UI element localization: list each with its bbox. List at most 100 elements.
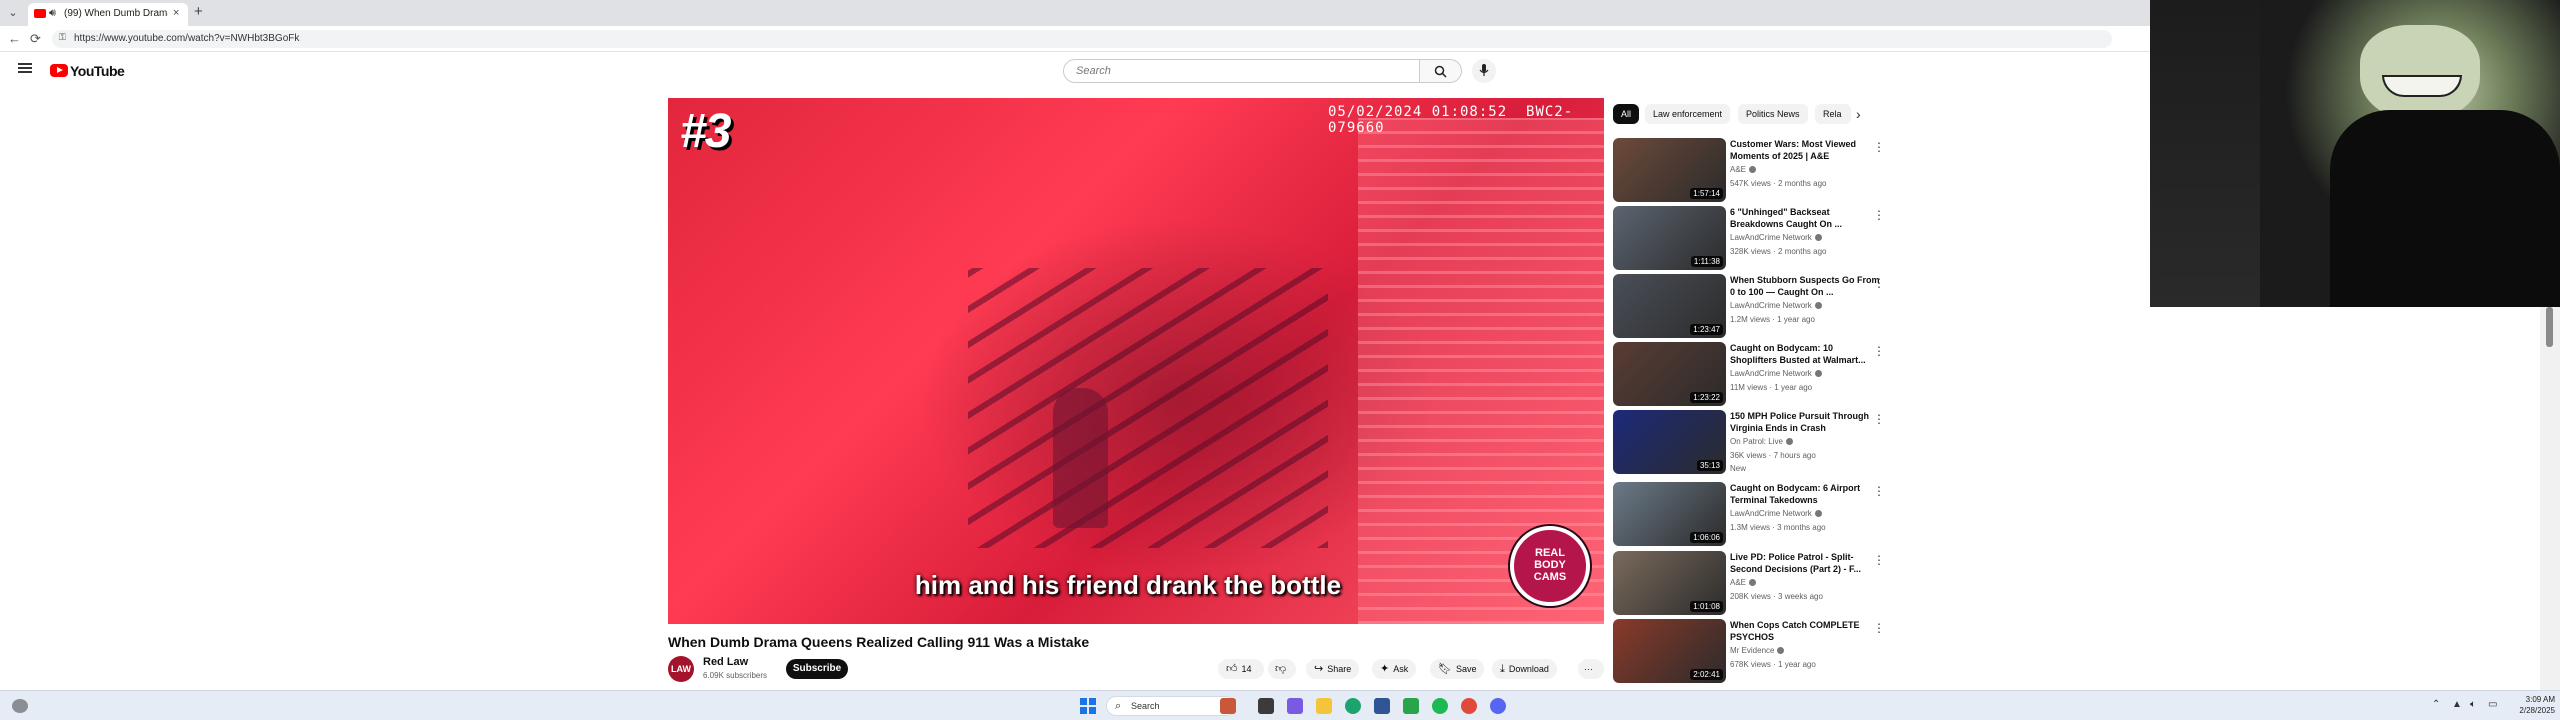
windows-start-icon[interactable] xyxy=(1080,698,1096,714)
subscribe-button[interactable]: Subscribe xyxy=(786,659,848,679)
recommendation-channel[interactable]: A&E xyxy=(1730,165,1757,174)
more-actions-button[interactable]: ··· xyxy=(1578,659,1604,679)
more-options-icon[interactable]: ⋮ xyxy=(1873,621,1885,635)
recommendation-item[interactable]: 1:01:08 Live PD: Police Patrol - Split-S… xyxy=(1613,551,1885,617)
voice-search-button[interactable] xyxy=(1472,59,1496,83)
system-clock[interactable]: 3:09 AM 2/28/2025 xyxy=(2505,694,2555,716)
video-thumbnail[interactable]: 35:13 xyxy=(1613,410,1726,474)
back-arrow-icon[interactable]: ← xyxy=(8,31,21,46)
chip-related[interactable]: Rela xyxy=(1815,104,1851,124)
video-thumbnail[interactable]: 1:23:22 xyxy=(1613,342,1726,406)
recommendation-item[interactable]: 1:11:38 6 "Unhinged" Backseat Breakdowns… xyxy=(1613,206,1885,272)
video-thumbnail[interactable]: 1:01:08 xyxy=(1613,551,1726,615)
recommendation-title[interactable]: When Stubborn Suspects Go From 0 to 100 … xyxy=(1730,274,1880,298)
audio-playing-icon[interactable]: 🔊︎ xyxy=(49,7,56,20)
search-input[interactable]: Search xyxy=(1063,59,1420,83)
discord-icon[interactable] xyxy=(1490,698,1506,714)
network-icon[interactable]: ▲ xyxy=(2452,699,2462,710)
recommendation-title[interactable]: Customer Wars: Most Viewed Moments of 20… xyxy=(1730,138,1880,162)
video-thumbnail[interactable]: 1:57:14 xyxy=(1613,138,1726,202)
video-thumbnail[interactable]: 1:23:47 xyxy=(1613,274,1726,338)
xbox-icon[interactable] xyxy=(1403,698,1419,714)
show-hidden-icons-chevron-icon[interactable]: ⌃ xyxy=(2432,699,2440,710)
chip-all[interactable]: All xyxy=(1613,104,1640,124)
more-options-icon[interactable]: ⋮ xyxy=(1873,276,1885,290)
recommendation-meta: 36K views · 7 hours ago xyxy=(1730,451,1816,460)
more-options-icon[interactable]: ⋮ xyxy=(1873,412,1885,426)
recommendation-item[interactable]: 1:23:22 Caught on Bodycam: 10 Shoplifter… xyxy=(1613,342,1885,408)
more-options-icon[interactable]: ⋮ xyxy=(1873,140,1885,154)
youtube-logo-text[interactable]: YouTube xyxy=(70,63,125,79)
more-options-icon[interactable]: ⋮ xyxy=(1873,344,1885,358)
recommendation-item[interactable]: 2:02:41 When Cops Catch COMPLETE PSYCHOS… xyxy=(1613,619,1885,685)
recommendation-channel[interactable]: LawAndCrime Network xyxy=(1730,509,1822,518)
recommendation-title[interactable]: Live PD: Police Patrol - Split-Second De… xyxy=(1730,551,1880,575)
browser-tab[interactable]: 🔊︎ (99) When Dumb Drama Qu × xyxy=(28,3,188,26)
recommendation-item[interactable]: 1:06:06 Caught on Bodycam: 6 Airport Ter… xyxy=(1613,482,1885,548)
recommendation-title[interactable]: 150 MPH Police Pursuit Through Virginia … xyxy=(1730,410,1880,434)
page-scrollbar[interactable] xyxy=(2540,307,2560,690)
like-button[interactable]: 👍︎ 14 xyxy=(1218,659,1264,679)
tab-close-icon[interactable]: × xyxy=(173,7,179,19)
recommendation-channel[interactable]: On Patrol: Live xyxy=(1730,437,1793,446)
page-scrollbar-thumb[interactable] xyxy=(2546,307,2553,347)
video-thumbnail[interactable]: 1:11:38 xyxy=(1613,206,1726,270)
display-icon[interactable]: ▭ xyxy=(2488,699,2497,710)
recommendation-channel[interactable]: LawAndCrime Network xyxy=(1730,233,1822,242)
tab-search-chevron-icon[interactable]: ⌄ xyxy=(4,4,22,22)
taskbar-app-icon[interactable] xyxy=(1287,698,1303,714)
taskbar-app-icon[interactable] xyxy=(1374,698,1390,714)
weather-widget-icon[interactable] xyxy=(12,699,28,713)
chip-scroll-right-icon[interactable]: › xyxy=(1856,104,1861,124)
download-label: Download xyxy=(1508,664,1549,674)
recommendation-channel[interactable]: LawAndCrime Network xyxy=(1730,369,1822,378)
search-icon: ⌕ xyxy=(1115,700,1122,712)
dislike-button[interactable]: 👎︎ xyxy=(1268,659,1296,679)
download-button[interactable]: ⤓ Download xyxy=(1492,659,1557,679)
more-options-icon[interactable]: ⋮ xyxy=(1873,208,1885,222)
edge-browser-icon[interactable] xyxy=(1345,698,1361,714)
tab-title: (99) When Dumb Drama Qu xyxy=(64,8,168,19)
recommendation-item[interactable]: 1:23:47 When Stubborn Suspects Go From 0… xyxy=(1613,274,1885,340)
browser-toolbar: ← ⟳ ⚿ https://www.youtube.com/watch?v=NW… xyxy=(0,26,2150,52)
chrome-icon[interactable] xyxy=(1461,698,1477,714)
recommendation-title[interactable]: Caught on Bodycam: 10 Shoplifters Busted… xyxy=(1730,342,1880,366)
recommendation-channel[interactable]: Mr Evidence xyxy=(1730,646,1785,655)
file-explorer-icon[interactable] xyxy=(1316,698,1332,714)
ask-button[interactable]: ✦ Ask xyxy=(1372,659,1417,679)
recommendation-item[interactable]: 35:13 150 MPH Police Pursuit Through Vir… xyxy=(1613,410,1885,476)
site-info-icon[interactable]: ⚿ xyxy=(59,32,66,43)
verified-icon xyxy=(1814,234,1822,242)
search-button[interactable] xyxy=(1420,59,1462,83)
hamburger-menu-icon[interactable] xyxy=(18,63,32,73)
more-options-icon[interactable]: ⋮ xyxy=(1873,484,1885,498)
video-thumbnail[interactable]: 2:02:41 xyxy=(1613,619,1726,683)
recommendation-title[interactable]: 6 "Unhinged" Backseat Breakdowns Caught … xyxy=(1730,206,1880,230)
recommendation-channel[interactable]: LawAndCrime Network xyxy=(1730,301,1822,310)
channel-name[interactable]: Red Law xyxy=(703,656,748,668)
recommendation-item[interactable]: 1:57:14 Customer Wars: Most Viewed Momen… xyxy=(1613,138,1885,204)
video-thumbnail[interactable]: 1:06:06 xyxy=(1613,482,1726,546)
refresh-icon[interactable]: ⟳ xyxy=(30,31,41,47)
channel-avatar[interactable]: LAW xyxy=(668,656,694,682)
new-tab-button[interactable]: + xyxy=(194,4,203,20)
recommendation-title[interactable]: When Cops Catch COMPLETE PSYCHOS xyxy=(1730,619,1880,643)
spotify-icon[interactable] xyxy=(1432,698,1448,714)
address-bar[interactable]: ⚿ https://www.youtube.com/watch?v=NWHbt3… xyxy=(52,30,2112,48)
taskbar-app-icon[interactable] xyxy=(1220,698,1236,714)
share-button[interactable]: ↪ Share xyxy=(1306,659,1360,679)
video-player[interactable]: #3 05/02/2024 01:08:52 BWC2-079660 him a… xyxy=(668,98,1604,624)
speaker-icon[interactable]: 🔈︎ xyxy=(2470,699,2476,710)
url-text[interactable]: https://www.youtube.com/watch?v=NWHbt3BG… xyxy=(74,33,299,44)
clock-time: 3:09 AM xyxy=(2525,695,2555,704)
task-view-icon[interactable] xyxy=(1258,698,1274,714)
taskbar-search[interactable]: ⌕ Search xyxy=(1106,696,1236,716)
video-duration: 1:01:08 xyxy=(1690,601,1723,612)
youtube-logo-icon[interactable] xyxy=(50,64,68,77)
recommendation-title[interactable]: Caught on Bodycam: 6 Airport Terminal Ta… xyxy=(1730,482,1880,506)
recommendation-channel[interactable]: A&E xyxy=(1730,578,1757,587)
chip-law-enforcement[interactable]: Law enforcement xyxy=(1645,104,1731,124)
chip-politics-news[interactable]: Politics News xyxy=(1738,104,1808,124)
save-button[interactable]: 🔖︎ Save xyxy=(1430,659,1485,679)
more-options-icon[interactable]: ⋮ xyxy=(1873,553,1885,567)
